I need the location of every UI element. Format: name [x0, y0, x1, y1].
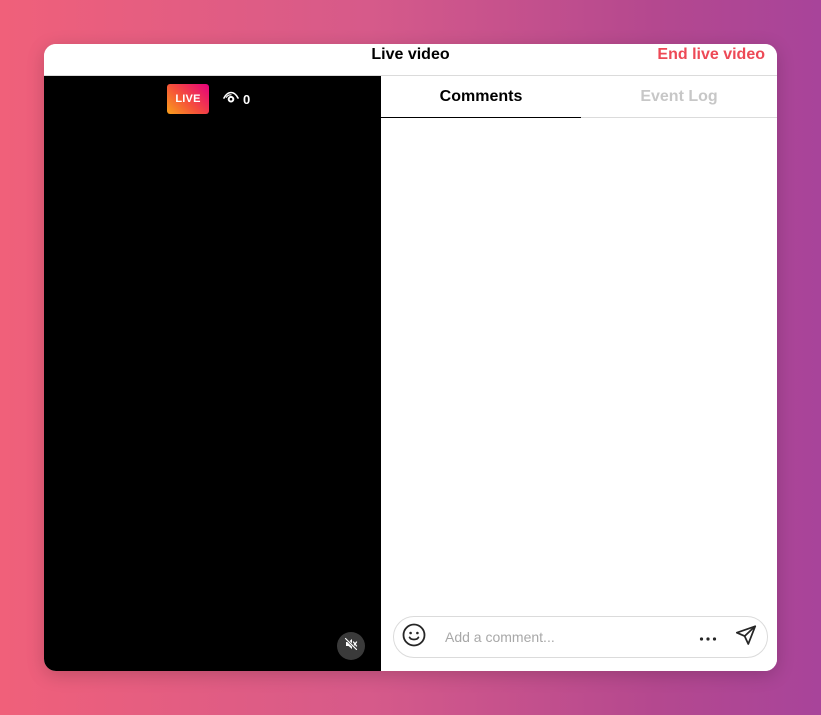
send-button[interactable]	[734, 624, 758, 651]
more-horizontal-icon	[699, 628, 717, 646]
muted-speaker-icon	[344, 636, 358, 656]
title-bar: Live video End live video	[44, 44, 777, 76]
tab-event-log[interactable]: Event Log	[581, 76, 777, 118]
send-paper-plane-icon	[735, 624, 757, 651]
video-preview: LIVE 0	[44, 76, 381, 671]
end-live-video-button[interactable]: End live video	[657, 44, 765, 65]
comment-composer	[393, 616, 768, 658]
live-video-window: Live video End live video LIVE 0 Comment…	[44, 44, 777, 671]
live-badge: LIVE	[167, 84, 209, 114]
emoji-button[interactable]	[402, 623, 426, 652]
side-panel: Comments Event Log	[381, 76, 777, 671]
tab-comments[interactable]: Comments	[381, 76, 581, 118]
more-options-button[interactable]	[696, 625, 720, 649]
viewer-count: 0	[243, 91, 251, 107]
smiley-icon	[402, 623, 426, 652]
viewer-count-indicator: 0	[223, 91, 250, 107]
panel-tabs: Comments Event Log	[381, 76, 777, 118]
mute-toggle-button[interactable]	[337, 632, 365, 660]
eye-icon	[223, 91, 239, 108]
comment-input[interactable]	[443, 624, 696, 650]
